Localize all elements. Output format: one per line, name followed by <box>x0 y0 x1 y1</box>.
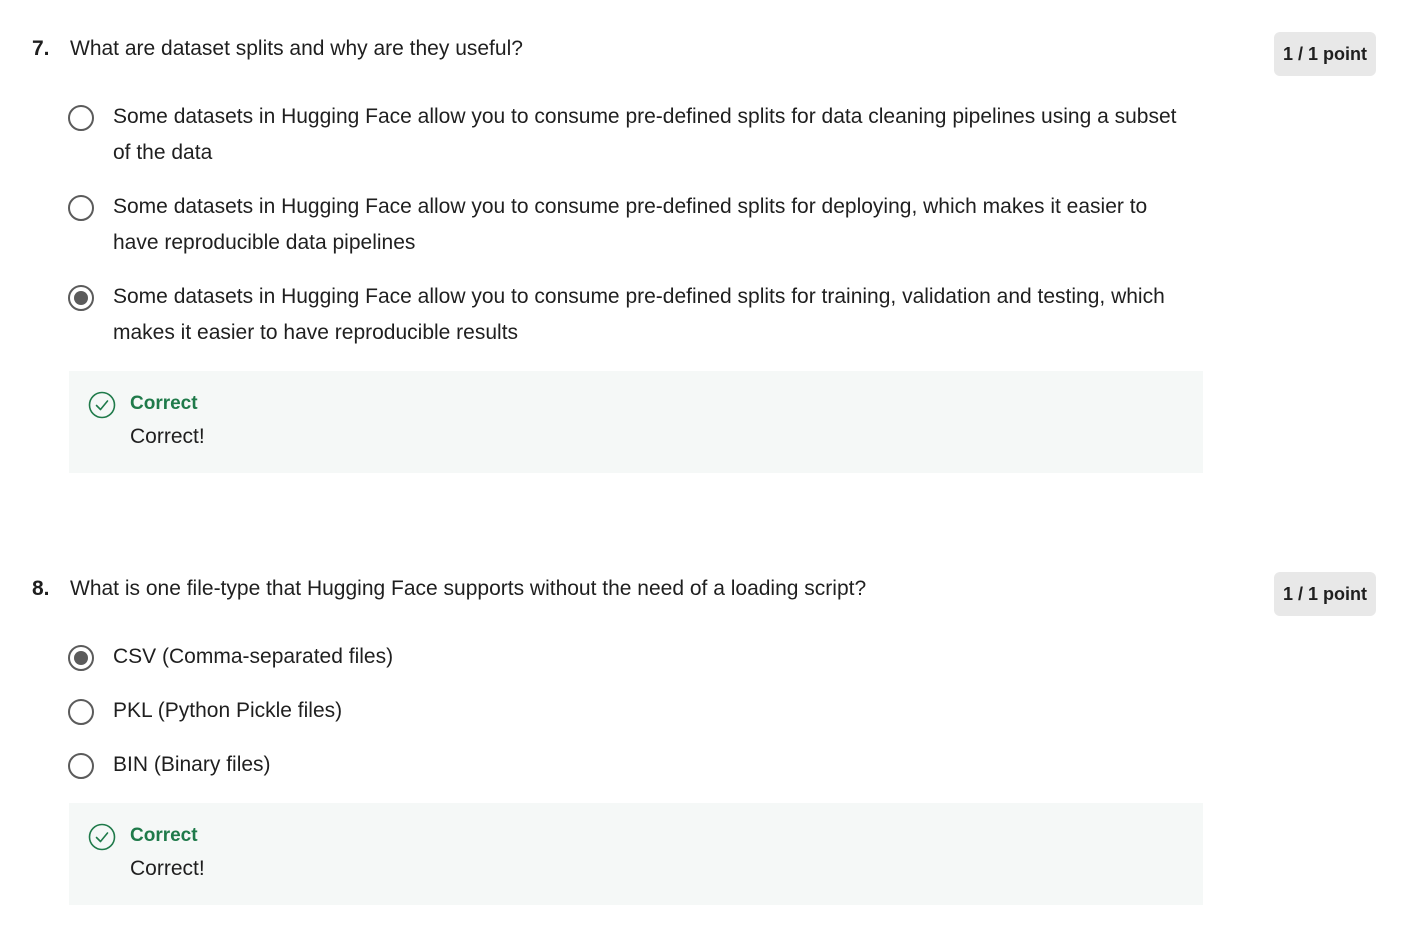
radio-button[interactable] <box>68 195 94 221</box>
feedback-message: Correct! <box>130 857 205 880</box>
radio-button-selected[interactable] <box>68 645 94 671</box>
answer-option-3[interactable]: Some datasets in Hugging Face allow you … <box>68 281 1188 351</box>
points-badge: 1 / 1 point <box>1274 572 1376 616</box>
feedback-box: Correct Correct! <box>69 803 1203 905</box>
question-header: 8. What is one file-type that Hugging Fa… <box>0 540 1402 616</box>
feedback-status: Correct <box>130 393 198 414</box>
radio-button[interactable] <box>68 699 94 725</box>
answer-option-1[interactable]: CSV (Comma-separated files) <box>68 641 1188 675</box>
radio-button-selected[interactable] <box>68 285 94 311</box>
question-7: 7. What are dataset splits and why are t… <box>0 0 1402 473</box>
answer-option-2[interactable]: PKL (Python Pickle files) <box>68 695 1188 729</box>
option-label: Some datasets in Hugging Face allow you … <box>113 105 1177 164</box>
answer-option-1[interactable]: Some datasets in Hugging Face allow you … <box>68 101 1188 171</box>
option-label: Some datasets in Hugging Face allow you … <box>113 195 1148 254</box>
radio-button[interactable] <box>68 105 94 131</box>
question-number: 8. <box>32 577 50 600</box>
question-header: 7. What are dataset splits and why are t… <box>0 0 1402 76</box>
radio-button[interactable] <box>68 753 94 779</box>
option-label: PKL (Python Pickle files) <box>113 699 343 722</box>
option-label: Some datasets in Hugging Face allow you … <box>113 285 1165 344</box>
answer-option-2[interactable]: Some datasets in Hugging Face allow you … <box>68 191 1188 261</box>
question-number: 7. <box>32 37 50 60</box>
feedback-status: Correct <box>130 825 198 846</box>
check-circle-icon <box>88 391 116 419</box>
question-text: What is one file-type that Hugging Face … <box>70 577 867 600</box>
feedback-box: Correct Correct! <box>69 371 1203 473</box>
answer-option-3[interactable]: BIN (Binary files) <box>68 749 1188 783</box>
feedback-message: Correct! <box>130 425 205 448</box>
option-label: BIN (Binary files) <box>113 753 271 776</box>
option-label: CSV (Comma-separated files) <box>113 645 394 668</box>
check-circle-icon <box>88 823 116 851</box>
question-text: What are dataset splits and why are they… <box>70 37 523 60</box>
points-badge: 1 / 1 point <box>1274 32 1376 76</box>
question-8: 8. What is one file-type that Hugging Fa… <box>0 540 1402 905</box>
